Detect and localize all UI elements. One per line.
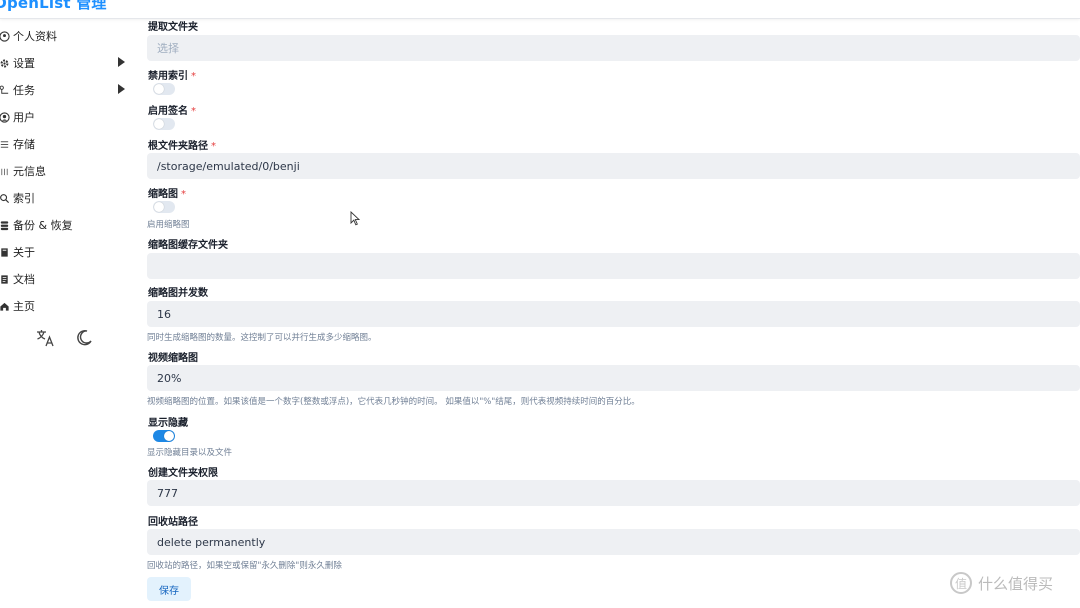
chevron-right-icon — [118, 57, 125, 67]
show-hidden-toggle[interactable] — [153, 430, 175, 442]
mkdir-perm-input[interactable]: 777 — [147, 480, 1080, 506]
thumbnail-concurrency-input[interactable]: 16 — [147, 301, 1080, 327]
thumbnail-concurrency-label: 缩略图并发数 — [148, 288, 208, 299]
sidebar: 个人资料 设置 任务 用户 存储 元信息 索引 备份 & 恢复 关于 文档 主页 — [0, 18, 135, 608]
thumbnail-label: 缩略图 * — [148, 189, 186, 200]
sidebar-item-label: 元信息 — [13, 165, 46, 178]
show-hidden-label: 显示隐藏 — [148, 418, 188, 429]
recycle-bin-input[interactable]: delete permanently — [147, 529, 1080, 555]
watermark: 值 什么值得买 — [950, 572, 1053, 594]
chevron-right-icon — [118, 84, 125, 94]
extract-folder-label: 提取文件夹 — [148, 22, 198, 33]
meta-icon — [0, 166, 11, 177]
sidebar-item-index[interactable]: 索引 — [0, 186, 130, 210]
sidebar-item-label: 主页 — [13, 300, 35, 313]
sidebar-item-about[interactable]: 关于 — [0, 240, 130, 264]
thumbnail-concurrency-help: 同时生成缩略图的数量。这控制了可以并行生成多少缩略图。 — [147, 333, 377, 343]
sidebar-tools — [36, 328, 94, 348]
save-button[interactable]: 保存 — [147, 577, 191, 601]
root-path-label: 根文件夹路径 * — [148, 141, 216, 152]
user-card-icon — [0, 30, 11, 42]
enable-sign-label: 启用签名 * — [148, 106, 196, 117]
sidebar-item-users[interactable]: 用户 — [0, 105, 130, 129]
home-icon — [0, 301, 11, 312]
app-title: OpenList 管理 — [0, 0, 107, 12]
sidebar-item-label: 备份 & 恢复 — [13, 219, 73, 232]
video-thumbnail-input[interactable]: 20% — [147, 365, 1080, 391]
recycle-bin-label: 回收站路径 — [148, 517, 198, 528]
database-icon — [0, 220, 11, 231]
disable-index-toggle[interactable] — [153, 83, 175, 95]
video-thumbnail-help: 视频缩略图的位置。如果该值是一个数字(整数或浮点)，它代表几秒钟的时间。 如果值… — [147, 397, 640, 407]
sidebar-item-label: 任务 — [13, 84, 35, 97]
document-icon — [0, 274, 11, 285]
book-icon — [0, 247, 11, 258]
storage-icon — [0, 139, 11, 150]
mkdir-perm-label: 创建文件夹权限 — [148, 468, 218, 479]
sidebar-item-label: 设置 — [13, 57, 35, 70]
mouse-cursor-icon — [350, 210, 361, 230]
user-icon — [0, 111, 11, 123]
thumbnail-cache-folder-label: 缩略图缓存文件夹 — [148, 240, 228, 251]
show-hidden-help: 显示隐藏目录以及文件 — [147, 448, 233, 458]
sidebar-item-label: 关于 — [13, 246, 35, 259]
top-header: OpenList 管理 — [0, 0, 1080, 19]
sidebar-item-label: 个人资料 — [13, 30, 57, 43]
zhi-badge-icon: 值 — [950, 572, 972, 594]
sidebar-item-label: 索引 — [13, 192, 35, 205]
moon-icon[interactable] — [74, 328, 94, 348]
gear-icon — [0, 58, 11, 69]
sidebar-item-storage[interactable]: 存储 — [0, 132, 130, 156]
thumbnail-help: 启用缩略图 — [147, 220, 190, 230]
sidebar-item-label: 文档 — [13, 273, 35, 286]
sidebar-item-settings[interactable]: 设置 — [0, 51, 130, 75]
sidebar-item-profile[interactable]: 个人资料 — [0, 24, 130, 48]
translate-icon[interactable] — [36, 328, 56, 348]
video-thumbnail-label: 视频缩略图 — [148, 353, 198, 364]
sidebar-item-backup[interactable]: 备份 & 恢复 — [0, 213, 130, 237]
thumbnail-toggle[interactable] — [153, 201, 175, 213]
sidebar-item-meta[interactable]: 元信息 — [0, 159, 130, 183]
sidebar-item-home[interactable]: 主页 — [0, 294, 130, 318]
recycle-bin-help: 回收站的路径，如果空或保留"永久删除"则永久删除 — [147, 561, 342, 571]
thumbnail-cache-folder-input[interactable] — [147, 253, 1080, 279]
enable-sign-toggle[interactable] — [153, 118, 175, 130]
sidebar-item-tasks[interactable]: 任务 — [0, 78, 130, 102]
search-icon — [0, 193, 11, 204]
extract-folder-select[interactable]: 选择 — [147, 35, 1080, 61]
sidebar-item-docs[interactable]: 文档 — [0, 267, 130, 291]
watermark-text: 什么值得买 — [978, 574, 1054, 593]
root-path-input[interactable]: /storage/emulated/0/benji — [147, 153, 1080, 179]
disable-index-label: 禁用索引 * — [148, 71, 196, 82]
tasks-icon — [0, 85, 11, 96]
sidebar-item-label: 存储 — [13, 138, 35, 151]
sidebar-item-label: 用户 — [13, 111, 35, 124]
